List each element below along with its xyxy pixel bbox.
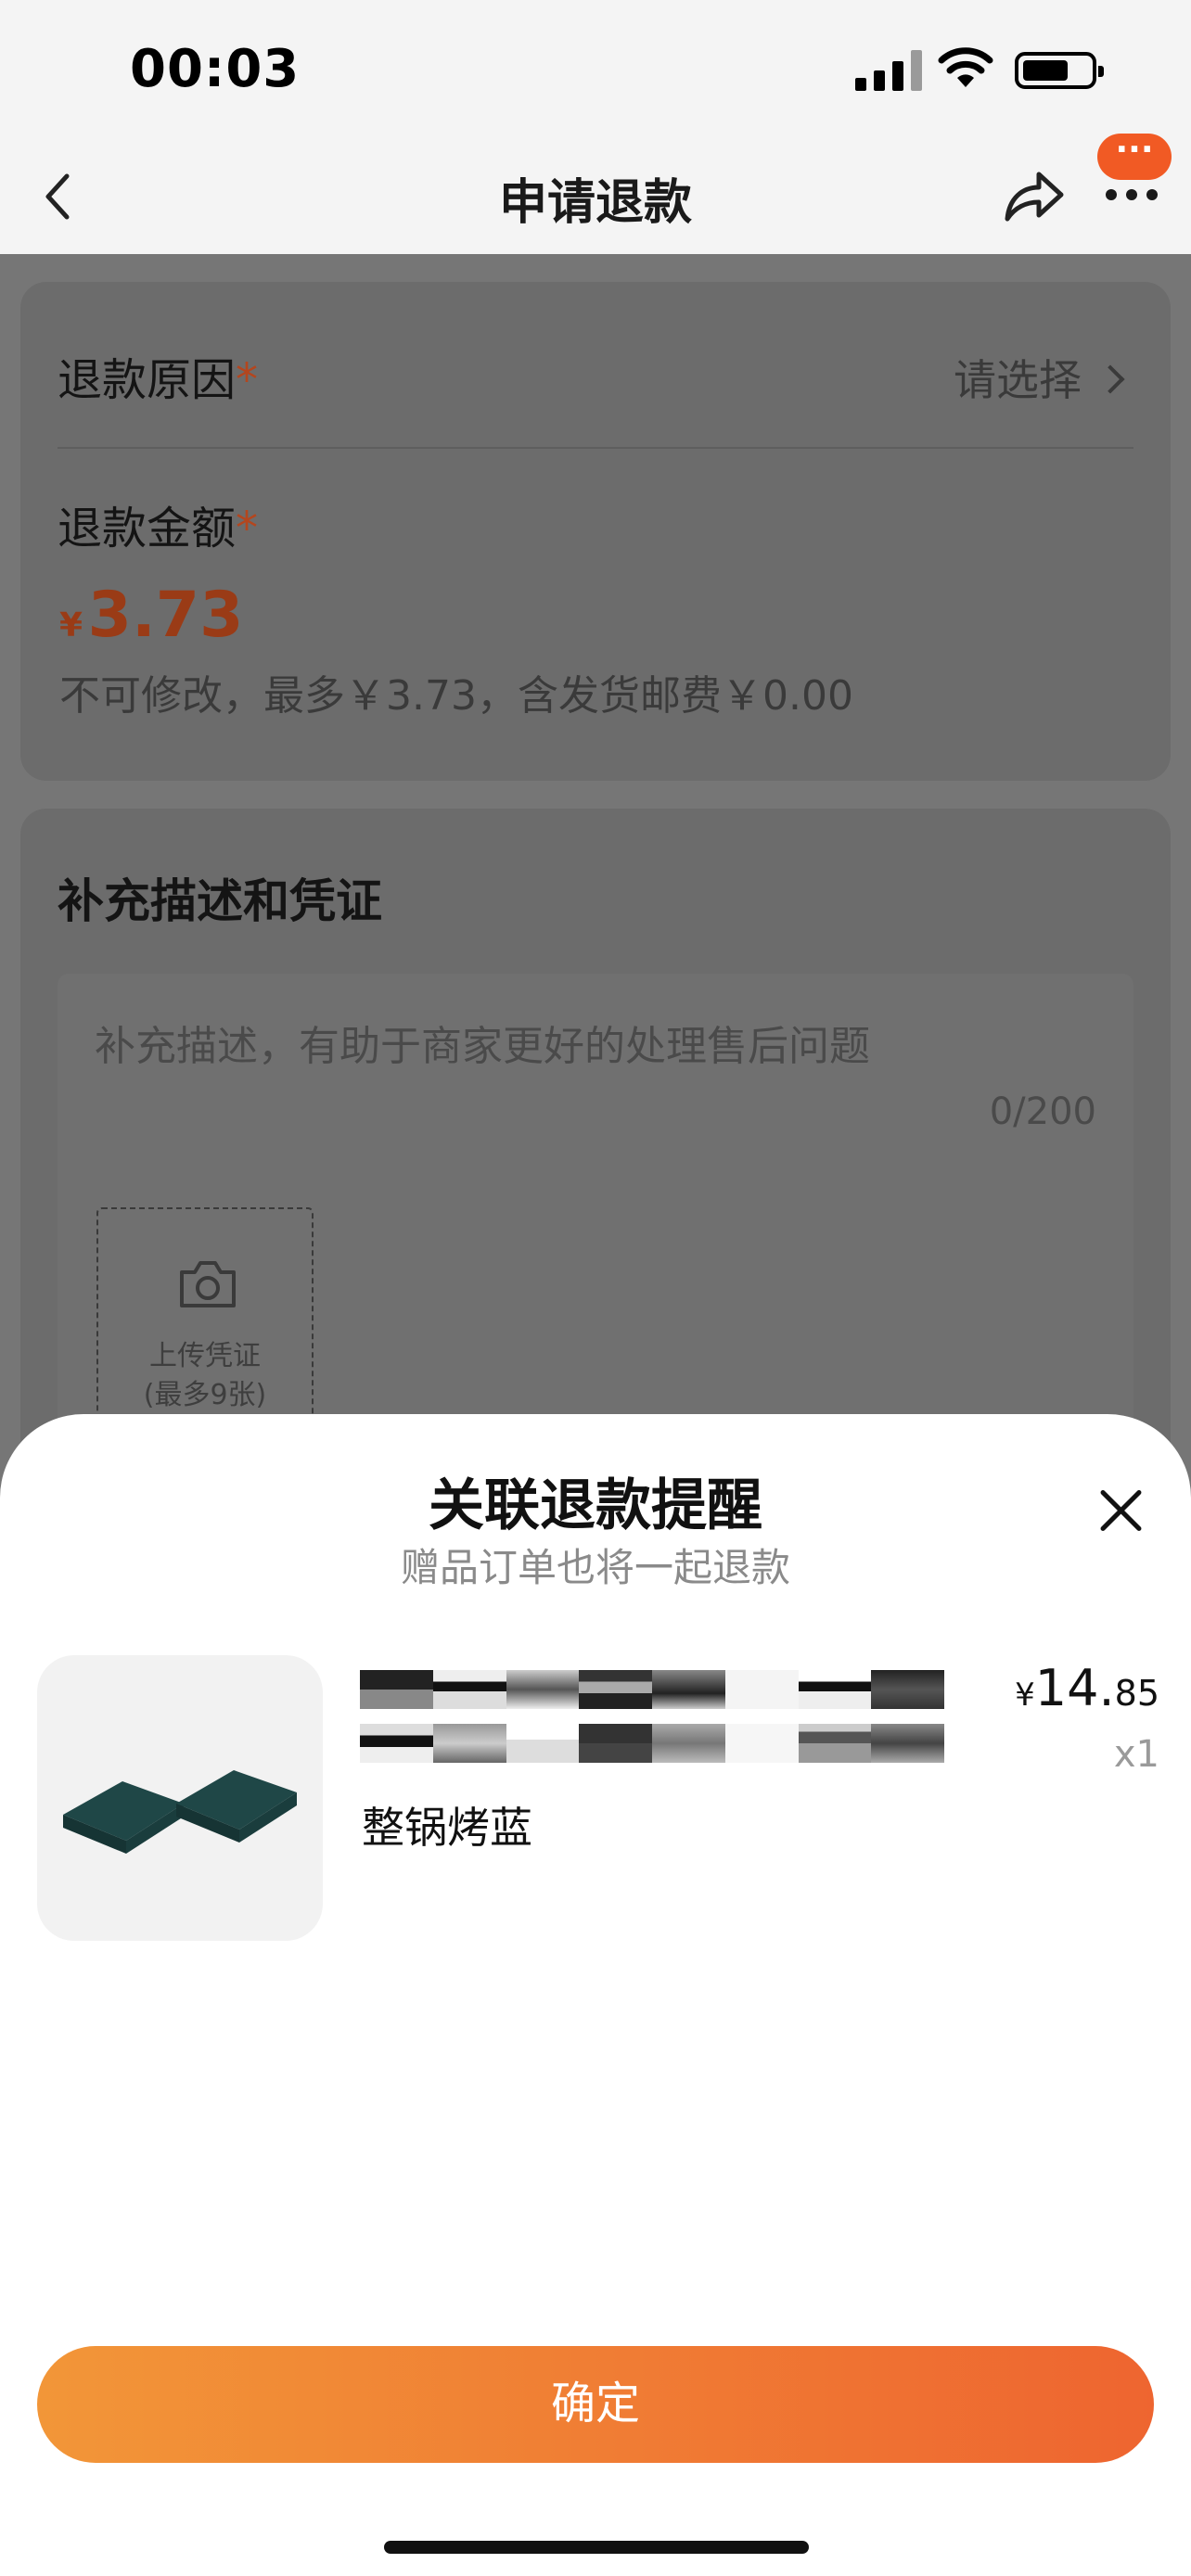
upload-label: 上传凭证 (最多9张)	[143, 1340, 267, 1411]
chevron-right-icon	[1095, 364, 1125, 394]
confirm-button[interactable]: 确定	[37, 2346, 1154, 2463]
nav-bar: 申请退款 ···	[0, 134, 1191, 254]
upload-evidence-button[interactable]: 上传凭证 (最多9张)	[96, 1207, 314, 1439]
product-quantity: x1	[1113, 1733, 1159, 1776]
redacted-title	[360, 1657, 944, 1778]
product-price: ¥14.85	[1015, 1659, 1159, 1717]
description-placeholder: 补充描述，有助于商家更好的处理售后问题	[95, 1023, 870, 1070]
reason-placeholder: 请选择	[954, 355, 1082, 405]
divider	[58, 447, 1133, 449]
signal-icon	[855, 48, 922, 91]
wifi-icon	[938, 47, 993, 87]
sheet-subtitle: 赠品订单也将一起退款	[400, 1545, 790, 1590]
battery-icon	[1015, 52, 1104, 89]
status-bar: 00:03	[0, 0, 1191, 139]
amount-note: 不可修改，最多￥3.73，含发货邮费￥0.00	[59, 672, 853, 720]
related-refund-sheet: 关联退款提醒 赠品订单也将一起退款 整锅烤蓝 ¥14.85 x1 确定	[0, 1414, 1191, 2576]
status-time: 00:03	[130, 39, 301, 99]
sheet-title: 关联退款提醒	[429, 1473, 762, 1538]
amount-label: 退款金额*	[58, 503, 259, 555]
supplement-title: 补充描述和凭证	[58, 874, 382, 928]
refund-info-card: 退款原因* 请选择 退款金额* ¥ 3.73 不可修改，最多￥3.73，含发货邮…	[20, 282, 1171, 781]
reason-selector[interactable]: 请选择	[954, 347, 1125, 408]
description-textarea[interactable]: 补充描述，有助于商家更好的处理售后问题 0/200 上传凭证 (最多9张)	[58, 974, 1133, 1456]
close-icon[interactable]	[1096, 1486, 1145, 1535]
more-icon[interactable]	[1102, 187, 1161, 206]
required-mark: *	[236, 354, 259, 406]
camera-icon	[180, 1261, 236, 1307]
product-image	[37, 1655, 323, 1941]
required-mark: *	[236, 503, 259, 555]
product-item: 整锅烤蓝 ¥14.85 x1	[37, 1655, 1159, 1943]
product-name: 整锅烤蓝	[362, 1803, 532, 1853]
refund-amount: ¥ 3.73	[59, 579, 244, 652]
supplement-card: 补充描述和凭证 补充描述，有助于商家更好的处理售后问题 0/200 上传凭证 (…	[20, 809, 1171, 1513]
home-indicator	[384, 2541, 809, 2554]
reason-label: 退款原因*	[58, 354, 259, 406]
notification-badge[interactable]: ···	[1097, 134, 1172, 180]
share-icon[interactable]	[1002, 158, 1067, 236]
character-counter: 0/200	[989, 1090, 1096, 1133]
